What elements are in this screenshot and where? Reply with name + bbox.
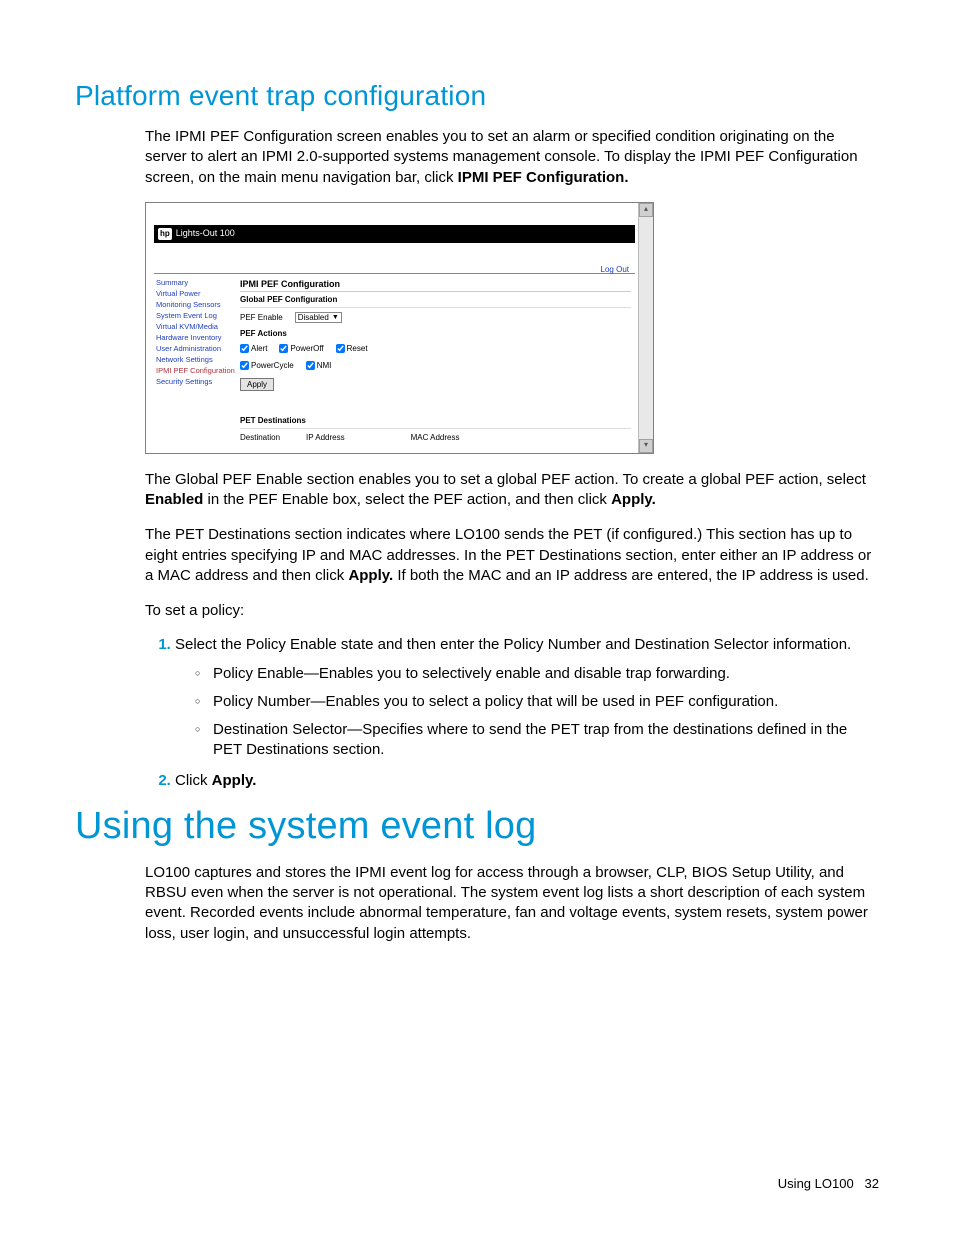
sidebar-item-event-log[interactable]: System Event Log xyxy=(154,310,236,321)
checkbox-input[interactable] xyxy=(336,344,345,353)
paragraph-policy-lead: To set a policy: xyxy=(145,601,879,621)
dest-col-destination: Destination xyxy=(240,433,280,442)
sidebar-item-summary[interactable]: Summary xyxy=(154,277,236,288)
sidebar-item-user-admin[interactable]: User Administration xyxy=(154,343,236,354)
sidebar-item-security[interactable]: Security Settings xyxy=(154,376,236,387)
sidebar-item-ipmi-pef[interactable]: IPMI PEF Configuration xyxy=(154,365,236,376)
heading-platform-event-trap: Platform event trap configuration xyxy=(75,80,879,112)
sidebar-item-hw-inventory[interactable]: Hardware Inventory xyxy=(154,332,236,343)
text: The Global PEF Enable section enables yo… xyxy=(145,471,866,488)
sidebar-item-virtual-power[interactable]: Virtual Power xyxy=(154,288,236,299)
text-bold: Enabled xyxy=(145,491,203,508)
ordered-list-steps: Select the Policy Enable state and then … xyxy=(145,635,879,791)
panel-subtitle-destinations: PET Destinations xyxy=(240,413,631,429)
sidebar-item-vkvm[interactable]: Virtual KVM/Media xyxy=(154,321,236,332)
text: If both the MAC and an IP address are en… xyxy=(393,567,869,584)
sub-list: Policy Enable—Enables you to selectively… xyxy=(175,664,879,761)
dest-col-mac: MAC Address xyxy=(411,433,460,442)
sub-item-policy-enable: Policy Enable—Enables you to selectively… xyxy=(199,664,879,684)
checkbox-label: PowerOff xyxy=(290,344,323,353)
scrollbar[interactable]: ▴ ▾ xyxy=(638,203,653,453)
app-name: Lights-Out 100 xyxy=(176,229,235,238)
checkbox-label: NMI xyxy=(317,361,332,370)
scroll-up-icon[interactable]: ▴ xyxy=(639,203,653,217)
app-title: Lights-Out 100 xyxy=(176,228,235,238)
text-bold: Apply. xyxy=(348,567,393,584)
text-bold: IPMI PEF Configuration. xyxy=(458,169,629,186)
checkbox-poweroff[interactable]: PowerOff xyxy=(279,344,323,353)
step-2: Click Apply. xyxy=(175,771,879,791)
sidebar-item-network[interactable]: Network Settings xyxy=(154,354,236,365)
topbar: Log Out xyxy=(154,259,635,274)
checkbox-nmi[interactable]: NMI xyxy=(306,361,332,370)
paragraph-intro: The IPMI PEF Configuration screen enable… xyxy=(145,127,879,188)
checkbox-reset[interactable]: Reset xyxy=(336,344,368,353)
text: Select the Policy Enable state and then … xyxy=(175,636,851,653)
checkbox-label: Alert xyxy=(251,344,267,353)
text-bold: Apply. xyxy=(212,772,257,789)
step-1: Select the Policy Enable state and then … xyxy=(175,635,879,760)
logout-link[interactable]: Log Out xyxy=(601,265,629,274)
panel-title: IPMI PEF Configuration xyxy=(240,277,631,292)
hp-logo-icon: hp xyxy=(158,228,172,240)
pef-actions-label: PEF Actions xyxy=(240,329,287,338)
checkbox-label: PowerCycle xyxy=(251,361,294,370)
sub-item-destination-selector: Destination Selector—Specifies where to … xyxy=(199,720,879,761)
sub-item-policy-number: Policy Number—Enables you to select a po… xyxy=(199,692,879,712)
paragraph-sel: LO100 captures and stores the IPMI event… xyxy=(145,863,879,944)
page-number: 32 xyxy=(865,1176,879,1191)
text: Click xyxy=(175,772,212,789)
text-bold: Apply. xyxy=(611,491,656,508)
footer-label: Using LO100 xyxy=(778,1176,854,1191)
pef-enable-label: PEF Enable xyxy=(240,313,283,322)
checkbox-input[interactable] xyxy=(306,361,315,370)
panel-subtitle-global: Global PEF Configuration xyxy=(240,292,631,308)
checkbox-input[interactable] xyxy=(279,344,288,353)
apply-button[interactable]: Apply xyxy=(240,378,274,391)
text: in the PEF Enable box, select the PEF ac… xyxy=(203,491,611,508)
pef-enable-select[interactable]: Disabled ▼ xyxy=(295,312,342,323)
page-footer: Using LO100 32 xyxy=(778,1176,879,1191)
pef-enable-value: Disabled xyxy=(298,313,329,322)
app-titlebar: hp Lights-Out 100 xyxy=(154,225,635,243)
paragraph-pet-destinations: The PET Destinations section indicates w… xyxy=(145,525,879,586)
checkbox-alert[interactable]: Alert xyxy=(240,344,267,353)
sidebar-nav: Summary Virtual Power Monitoring Sensors… xyxy=(154,275,236,453)
checkbox-label: Reset xyxy=(347,344,368,353)
checkbox-powercycle[interactable]: PowerCycle xyxy=(240,361,294,370)
sidebar-item-monitoring[interactable]: Monitoring Sensors xyxy=(154,299,236,310)
embedded-screenshot: ▴ ▾ hp Lights-Out 100 Log Out Summary Vi… xyxy=(145,202,654,454)
checkbox-input[interactable] xyxy=(240,344,249,353)
main-panel: IPMI PEF Configuration Global PEF Config… xyxy=(236,275,635,453)
dest-col-ip: IP Address xyxy=(306,433,345,442)
paragraph-global-pef: The Global PEF Enable section enables yo… xyxy=(145,470,879,511)
heading-system-event-log: Using the system event log xyxy=(75,805,879,848)
checkbox-input[interactable] xyxy=(240,361,249,370)
chevron-down-icon: ▼ xyxy=(332,314,339,321)
scroll-down-icon[interactable]: ▾ xyxy=(639,439,653,453)
